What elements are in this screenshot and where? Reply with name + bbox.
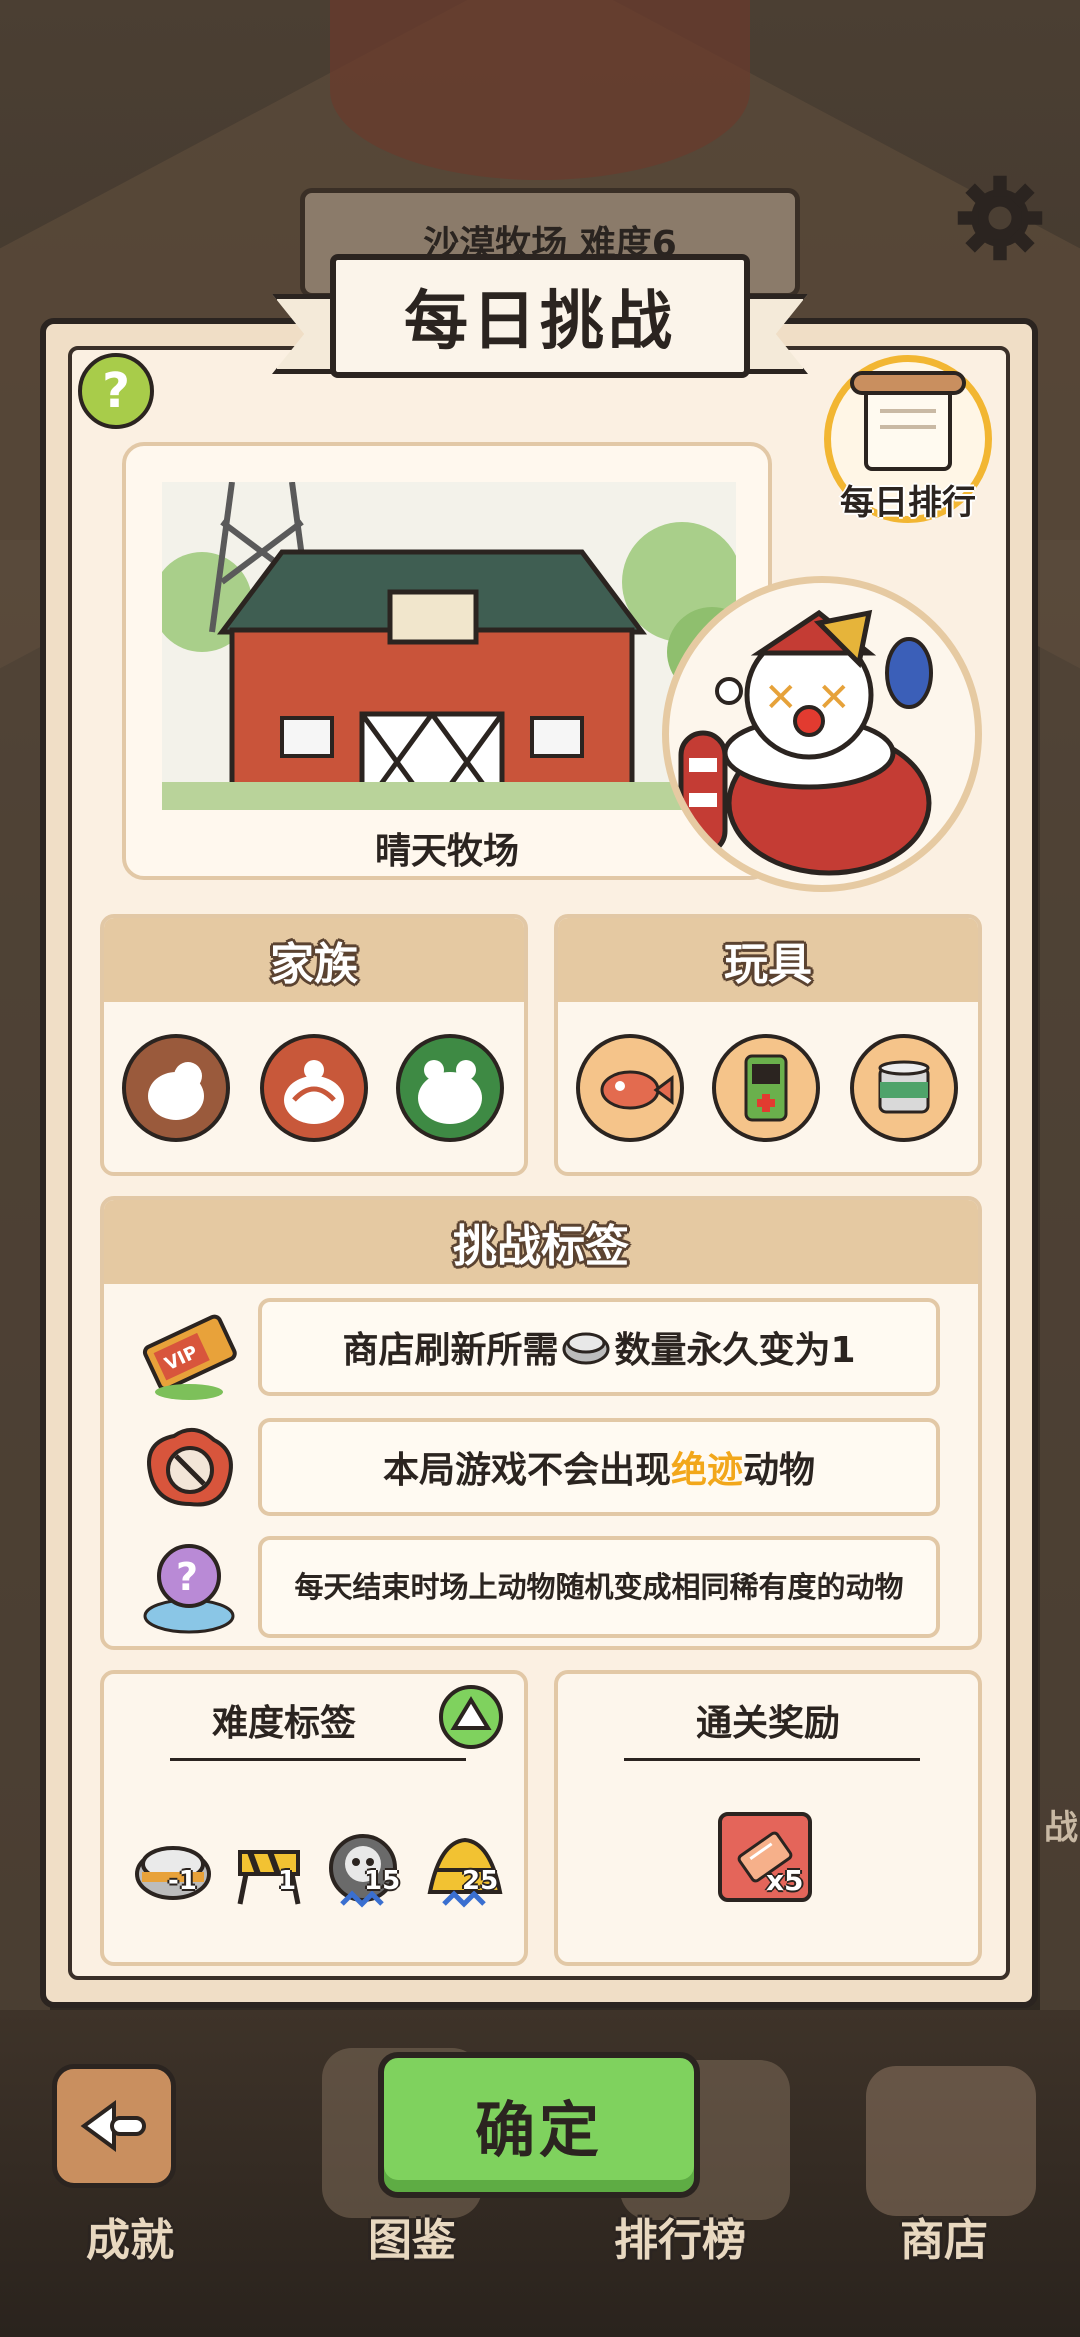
reward-item[interactable]: x5 <box>718 1812 812 1902</box>
random-animal-icon: ? <box>143 1544 235 1634</box>
nav-shop[interactable]: 商店 <box>900 2204 988 2268</box>
nav-leaderboard[interactable]: 排行榜 <box>614 2204 746 2268</box>
svg-text:?: ? <box>176 1555 198 1599</box>
barn-illustration <box>162 482 736 810</box>
difficulty-divider <box>170 1758 466 1761</box>
side-text: 战 <box>1044 1808 1078 1848</box>
toy-gameboy-icon[interactable] <box>712 1034 820 1142</box>
help-button[interactable]: ? <box>78 353 154 429</box>
tag-1-text-before: 商店刷新所需 <box>342 1330 559 1371</box>
reward-count: x5 <box>766 1864 804 1897</box>
clown-cat-avatar: ✕ ✕ <box>662 576 982 892</box>
nav-achievements[interactable]: 成就 <box>86 2204 174 2268</box>
title-banner: 每日挑战 <box>272 254 808 384</box>
barrier-icon <box>237 1850 301 1905</box>
tag-2-highlight: 绝迹 <box>670 1450 743 1491</box>
svg-text:✕: ✕ <box>764 675 798 721</box>
challenge-tags-header: 挑战标签 <box>104 1200 978 1284</box>
challenge-tag-2: 本局游戏不会出现 绝迹 动物 <box>258 1418 940 1516</box>
reward-divider <box>624 1758 920 1761</box>
tag-2-text-before: 本局游戏不会出现 <box>382 1450 671 1491</box>
shop-art <box>866 2066 1036 2216</box>
title-plate: 每日挑战 <box>330 254 750 378</box>
clown-cat-icon: ✕ ✕ <box>678 609 933 876</box>
reward-title: 通关奖励 <box>695 1703 840 1744</box>
family-bird-icon[interactable] <box>122 1034 230 1142</box>
toy-fish-icon[interactable] <box>576 1034 684 1142</box>
back-arrow-icon <box>80 2100 146 2152</box>
toys-header: 玩具 <box>558 918 978 1002</box>
challenge-tag-3: 每天结束时场上动物随机变成相同稀有度的动物 <box>258 1536 940 1638</box>
expand-up-icon[interactable] <box>436 1682 506 1752</box>
challenge-tag-1: 商店刷新所需 数量永久变为1 <box>258 1298 940 1396</box>
toy-can-icon[interactable] <box>850 1034 958 1142</box>
nav-catalog[interactable]: 图鉴 <box>368 2204 456 2268</box>
back-button[interactable] <box>52 2064 176 2188</box>
gear-icon[interactable] <box>952 170 1048 266</box>
confirm-button[interactable]: 确定 <box>378 2052 700 2198</box>
diff-value-1: -1 <box>168 1866 197 1896</box>
can-inline-icon <box>562 1332 610 1365</box>
diff-value-4: 25 <box>462 1866 499 1896</box>
vip-ticket-icon: VIP <box>142 1314 237 1400</box>
tag-3-text: 每天结束时场上动物随机变成相同稀有度的动物 <box>294 1570 904 1604</box>
curtain <box>330 0 750 180</box>
question-icon: ? <box>102 363 130 419</box>
daily-rank-label: 每日排行 <box>840 483 976 523</box>
tag-1-text-after: 数量永久变为1 <box>614 1330 856 1371</box>
diff-value-2: 1 <box>278 1866 297 1896</box>
scroll-icon <box>850 371 966 471</box>
family-header: 家族 <box>104 918 524 1002</box>
diff-value-3: 15 <box>364 1866 401 1896</box>
tag-2-text-after: 动物 <box>743 1450 816 1491</box>
daily-rank-button[interactable]: 每日排行 <box>820 355 996 525</box>
family-monkey-icon[interactable] <box>260 1034 368 1142</box>
dialog-title: 每日挑战 <box>404 285 676 359</box>
no-extinct-icon <box>147 1428 233 1507</box>
family-frog-icon[interactable] <box>396 1034 504 1142</box>
